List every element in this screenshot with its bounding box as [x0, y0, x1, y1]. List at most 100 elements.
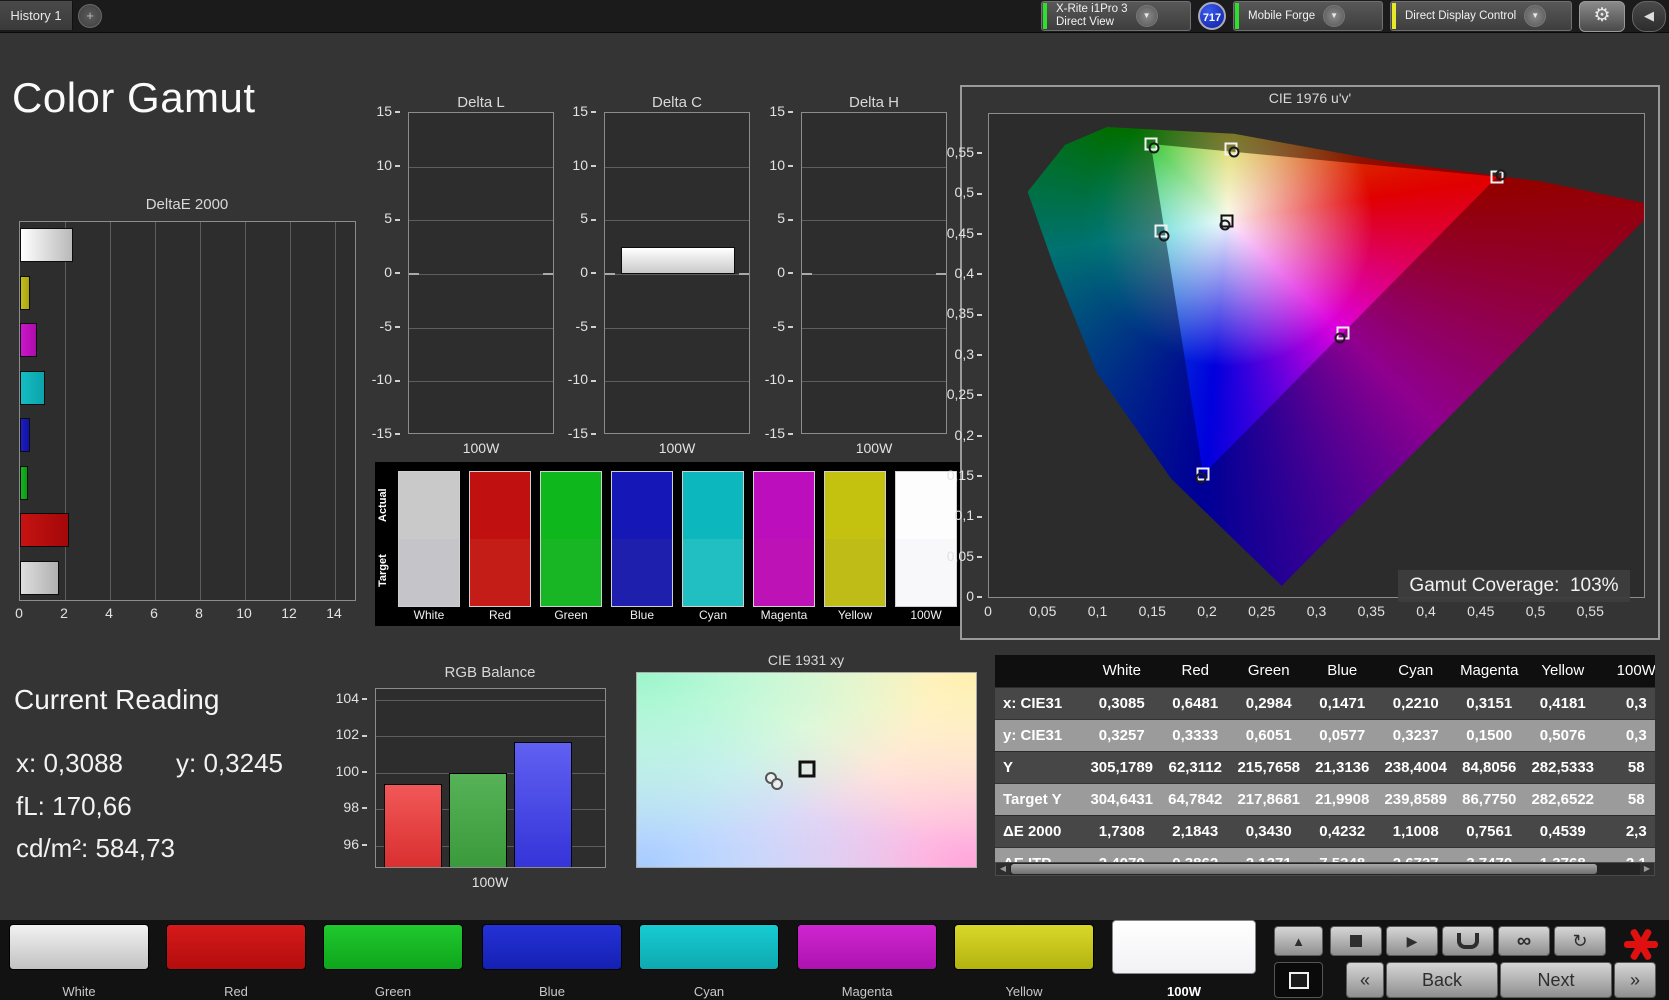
axis-tick-label: 0,4 — [1416, 603, 1436, 619]
axis-tick-label: 0 — [938, 588, 982, 604]
chevron-down-icon[interactable]: ▼ — [1135, 5, 1158, 27]
swatch-label: Yellow — [837, 608, 873, 622]
swatch-magenta — [753, 471, 815, 607]
swatch-actual — [825, 472, 885, 539]
measured-marker-white — [1219, 219, 1231, 231]
pattern-button-label: White — [62, 984, 96, 999]
play-button[interactable]: ▶ — [1386, 926, 1438, 956]
continuous-read-button[interactable]: ∞ — [1498, 926, 1550, 956]
pattern-window-button[interactable] — [1274, 962, 1323, 998]
next-button[interactable]: Next — [1500, 962, 1612, 998]
pattern-button-magenta[interactable] — [797, 924, 937, 970]
table-cell: 282,5333 — [1531, 759, 1595, 776]
back-button[interactable]: Back — [1386, 962, 1498, 998]
table-cell: 0,6481 — [1172, 695, 1219, 712]
measured-marker-blue — [1195, 472, 1207, 484]
gridline — [605, 381, 749, 383]
add-tab-button[interactable]: + — [78, 4, 102, 28]
refresh-button[interactable]: ↻ — [1554, 926, 1606, 956]
axis-tick-label: 0 — [558, 264, 596, 280]
table-cell: 2,6737 — [1379, 848, 1453, 862]
pattern-button-cyan[interactable] — [639, 924, 779, 970]
row-label: Y — [1003, 759, 1014, 776]
chevron-down-icon[interactable]: ▼ — [1524, 5, 1547, 27]
axis-tick-label: 104 — [331, 690, 367, 706]
table-cell: 3,7470 — [1453, 848, 1527, 862]
gear-icon[interactable]: ⚙ — [1579, 0, 1625, 32]
stop-button[interactable] — [1330, 926, 1382, 956]
chevron-left-icon: « — [1359, 969, 1370, 990]
table-cell: 1,3768 — [1526, 848, 1600, 862]
tab-history-1[interactable]: History 1 — [0, 1, 73, 30]
zero-tick — [605, 273, 615, 275]
table-cell: 239,8589 — [1384, 791, 1448, 808]
collapse-panel-icon[interactable]: ◀ — [1632, 0, 1666, 32]
gridline — [409, 166, 553, 168]
scroll-right-icon[interactable]: ▶ — [1640, 863, 1654, 875]
axis-tick-label: -5 — [558, 318, 596, 334]
scroll-left-icon[interactable]: ◀ — [996, 863, 1010, 875]
display-control-dropdown[interactable]: Direct Display Control ▼ — [1390, 1, 1572, 31]
table-cell: 0,5076 — [1539, 727, 1586, 744]
swatch-100w — [895, 471, 957, 607]
swatch-label: Green — [554, 608, 588, 622]
delta-chart-x-label: 100W — [462, 440, 500, 456]
axis-tick-label: 8 — [195, 605, 203, 621]
table-scrollbar[interactable]: ◀ ▶ — [995, 862, 1655, 876]
pattern-button-100w[interactable] — [1112, 920, 1256, 974]
swatch-actual — [399, 472, 459, 539]
delta-chart-title: Delta H — [848, 94, 900, 111]
axis-tick-label: 2 — [60, 605, 68, 621]
pattern-button-blue[interactable] — [482, 924, 622, 970]
cancel-asterisk-icon[interactable] — [1621, 924, 1661, 964]
rgb-balance-x-label: 100W — [471, 874, 509, 890]
pattern-button-white[interactable] — [9, 924, 149, 970]
meter-dropdown[interactable]: X-Rite i1Pro 3 Direct View ▼ — [1041, 1, 1191, 31]
pattern-button-yellow[interactable] — [954, 924, 1094, 970]
table-cell: 282,6522 — [1531, 791, 1595, 808]
pattern-up-button[interactable]: ▲ — [1274, 926, 1323, 956]
gridline — [290, 222, 291, 600]
chevron-down-icon[interactable]: ▼ — [1323, 5, 1346, 27]
scrollbar-thumb[interactable] — [1011, 864, 1597, 874]
axis-tick-label: 15 — [755, 103, 793, 119]
zero-tick — [543, 273, 553, 275]
axis-tick-label: 0,2 — [938, 427, 982, 443]
table-header-row: White Red Green Blue Cyan Magenta Yellow 100W — [995, 655, 1655, 687]
magnet-icon — [1457, 933, 1479, 949]
measured-marker-red — [1495, 169, 1507, 181]
axis-tick-label: 0,1 — [938, 507, 982, 523]
axis-tick-label: 10 — [362, 157, 400, 173]
axis-tick-label: -5 — [755, 318, 793, 334]
pattern-button-green[interactable] — [323, 924, 463, 970]
gridline — [245, 222, 246, 600]
swatch-target — [612, 539, 672, 606]
pattern-button-red[interactable] — [166, 924, 306, 970]
deltae-bar-yellow — [20, 275, 31, 310]
table-cell: 0,3 — [1625, 695, 1647, 712]
axis-tick-label: 0,15 — [1138, 603, 1166, 619]
rgb-balance-chart — [375, 688, 606, 868]
axis-tick-label: 0,2 — [1197, 603, 1217, 619]
back-chevron-button[interactable]: « — [1346, 962, 1384, 998]
probe-button[interactable] — [1442, 926, 1494, 956]
pattern-button-label: 100W — [1167, 984, 1201, 999]
swatch-target — [754, 539, 814, 606]
next-chevron-button[interactable]: » — [1614, 962, 1656, 998]
table-cell: 2,3 — [1625, 823, 1647, 840]
column-header: Green — [1247, 662, 1290, 679]
axis-tick-label: 0,25 — [1248, 603, 1276, 619]
swatch-actual — [754, 472, 814, 539]
gridline — [605, 220, 749, 222]
axis-tick-label: 10 — [236, 605, 252, 621]
table-cell: 0,3430 — [1245, 823, 1292, 840]
axis-tick-label: 0,3 — [1306, 603, 1327, 619]
source-dropdown[interactable]: Mobile Forge ▼ — [1233, 1, 1383, 31]
axis-tick-label: -10 — [755, 371, 793, 387]
deltae-bar-green — [20, 465, 28, 500]
pattern-button-label: Blue — [538, 984, 566, 999]
swatch-target — [683, 539, 743, 606]
deltae2000-chart — [19, 221, 356, 601]
column-header — [995, 655, 1085, 687]
axis-tick-label: -10 — [558, 371, 596, 387]
